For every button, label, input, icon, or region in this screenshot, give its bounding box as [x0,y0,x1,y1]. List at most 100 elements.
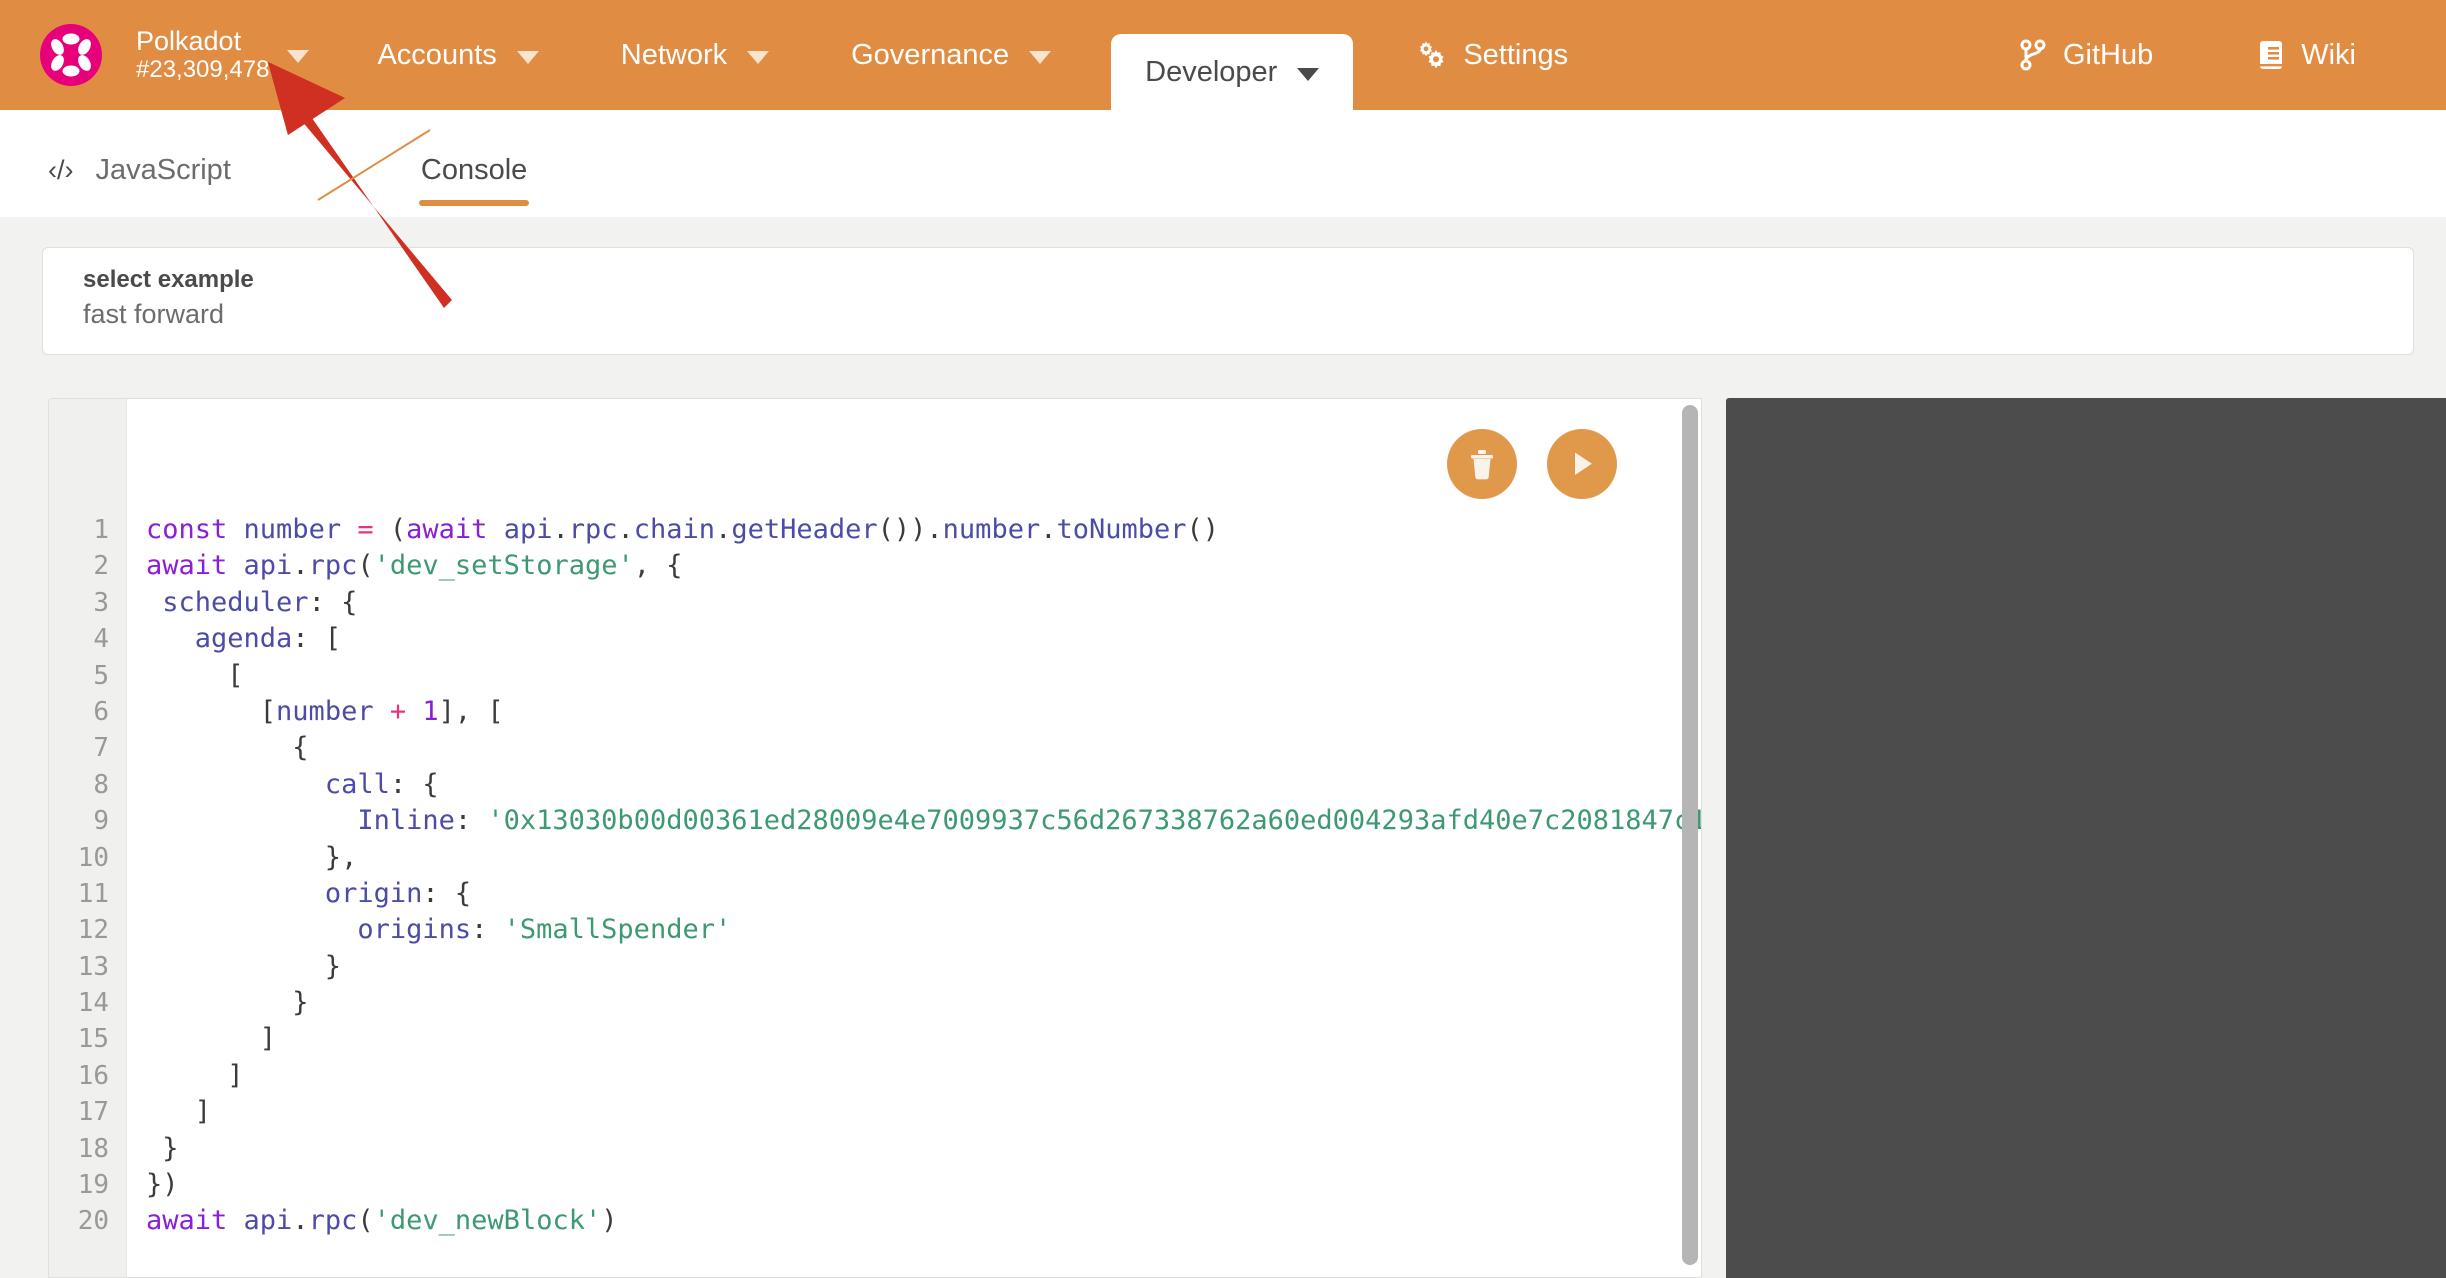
nav-item-governance[interactable]: Governance [829,19,1073,91]
code-line-text[interactable]: } [127,949,341,985]
code-line: 13 } [49,949,1701,985]
code-line: 20 await api.rpc('dev_newBlock') [49,1203,1701,1239]
line-number: 17 [77,1097,109,1128]
code-line: 9 Inline: '0x13030b00d00361ed28009e4e700… [49,803,1701,839]
code-editor[interactable]: 1 const number = (await api.rpc.chain.get… [48,398,1702,1278]
code-line-text[interactable]: Inline: '0x13030b00d00361ed28009e4e70099… [127,803,1701,839]
code-line: 4 agenda: [ [49,621,1701,657]
tab-javascript[interactable]: ‹/› JavaScript [38,120,241,220]
code-line: 7 { [49,730,1701,766]
code-line: 11 origin: { [49,876,1701,912]
code-line: 8 call: { [49,767,1701,803]
code-line: 5 [ [49,658,1701,694]
select-example-dropdown[interactable]: select example fast forward [42,247,2414,355]
code-line-text[interactable]: await api.rpc('dev_setStorage', { [127,548,683,584]
nav-item-label: Governance [851,38,1010,71]
nav-item-label: Developer [1145,55,1278,88]
line-number: 12 [77,915,109,946]
code-line-text[interactable]: } [127,985,308,1021]
nav-link-label: Wiki [2301,38,2356,71]
sub-tab-bar: ‹/› JavaScript Console [0,110,2446,217]
scrollbar-thumb[interactable] [1682,405,1698,1265]
code-line-text[interactable]: await api.rpc('dev_newBlock') [127,1203,617,1239]
code-content[interactable]: 1 const number = (await api.rpc.chain.get… [49,512,1701,1240]
nav-item-label: Settings [1463,38,1569,71]
chevron-down-icon [1297,67,1320,81]
nav-item-network[interactable]: Network [599,19,791,91]
line-number: 9 [93,806,109,837]
polkadot-logo-icon[interactable] [40,24,102,86]
select-example-value: fast forward [83,299,225,330]
code-line-text[interactable]: }, [127,840,358,876]
nav-item-label: Accounts [377,38,497,71]
tab-label: Console [420,153,528,186]
code-line-text[interactable]: agenda: [ [127,621,341,657]
code-line: 15 ] [49,1021,1701,1057]
line-number: 4 [93,624,109,655]
code-line: 14 } [49,985,1701,1021]
line-number: 11 [77,878,109,909]
code-line-text[interactable]: ] [127,1094,211,1130]
nav-item-developer[interactable]: Developer [1111,34,1354,110]
line-number: 20 [77,1206,109,1237]
line-number: 8 [93,769,109,800]
code-line: 12 origins: 'SmallSpender' [49,912,1701,948]
nav-item-accounts[interactable]: Accounts [355,19,560,91]
tab-label: JavaScript [95,153,231,186]
console-output-panel [1726,398,2446,1278]
chain-block-number: #23,309,478 [136,55,270,83]
editor-and-output: 1 const number = (await api.rpc.chain.get… [0,398,2446,1278]
cogs-icon [1413,40,1447,70]
code-line-text[interactable]: [ [127,658,243,694]
code-line: 10 }, [49,840,1701,876]
code-scroll-area[interactable]: 1 const number = (await api.rpc.chain.get… [49,399,1701,1277]
code-line-text[interactable]: ] [127,1058,243,1094]
line-number: 14 [77,988,109,1019]
nav-item-settings[interactable]: Settings [1391,19,1590,91]
code-line: 17 ] [49,1094,1701,1130]
code-line-text[interactable]: call: { [127,767,439,803]
chevron-down-icon [516,50,539,64]
chain-selector[interactable]: Polkadot #23,309,478 [128,22,317,87]
nav-right-links: GitHub Wiki [1937,19,2446,91]
code-line: 1 const number = (await api.rpc.chain.get… [49,512,1701,548]
line-number: 3 [93,587,109,618]
code-line: 6 [number + 1], [ [49,694,1701,730]
line-number: 1 [93,515,109,545]
nav-link-github[interactable]: GitHub [1997,19,2175,91]
nav-link-wiki[interactable]: Wiki [2235,19,2378,91]
code-line-text[interactable]: [number + 1], [ [127,694,504,730]
select-example-label: select example [83,266,254,293]
code-line-text[interactable]: const number = (await api.rpc.chain.getH… [127,512,1219,548]
line-number: 19 [77,1170,109,1201]
code-line: 2 await api.rpc('dev_setStorage', { [49,548,1701,584]
nav-link-label: GitHub [2062,38,2154,71]
code-line: 18 } [49,1131,1701,1167]
editor-vertical-scrollbar[interactable] [1682,405,1698,1273]
code-line-text[interactable]: scheduler: { [127,585,357,621]
code-line: 16 ] [49,1058,1701,1094]
main-content: select example fast forward 1 const numbe… [0,217,2446,1278]
clear-button[interactable] [1447,429,1517,499]
code-line-text[interactable]: } [127,1131,178,1167]
chevron-down-icon [1029,50,1052,64]
code-line-text[interactable]: origins: 'SmallSpender' [127,912,731,948]
code-line: 19}) [49,1167,1701,1203]
line-number: 2 [93,551,109,582]
top-navigation-bar: Polkadot #23,309,478 Accounts Network Go… [0,0,2446,110]
code-line-text[interactable]: origin: { [127,876,471,912]
tab-console[interactable]: Console [411,120,537,220]
code-line-text[interactable]: }) [127,1167,179,1203]
line-number: 18 [77,1133,109,1164]
line-number: 5 [93,660,109,691]
code-line-text[interactable]: { [127,730,308,766]
chain-name: Polkadot [136,26,242,57]
code-line-text[interactable]: ] [127,1021,276,1057]
run-button[interactable] [1547,429,1617,499]
line-number: 13 [77,951,109,982]
nav-item-label: Network [620,38,728,71]
chevron-down-icon [747,50,770,64]
line-number: 10 [77,842,109,873]
code-line: 3 scheduler: { [49,585,1701,621]
book-icon [2257,39,2285,71]
